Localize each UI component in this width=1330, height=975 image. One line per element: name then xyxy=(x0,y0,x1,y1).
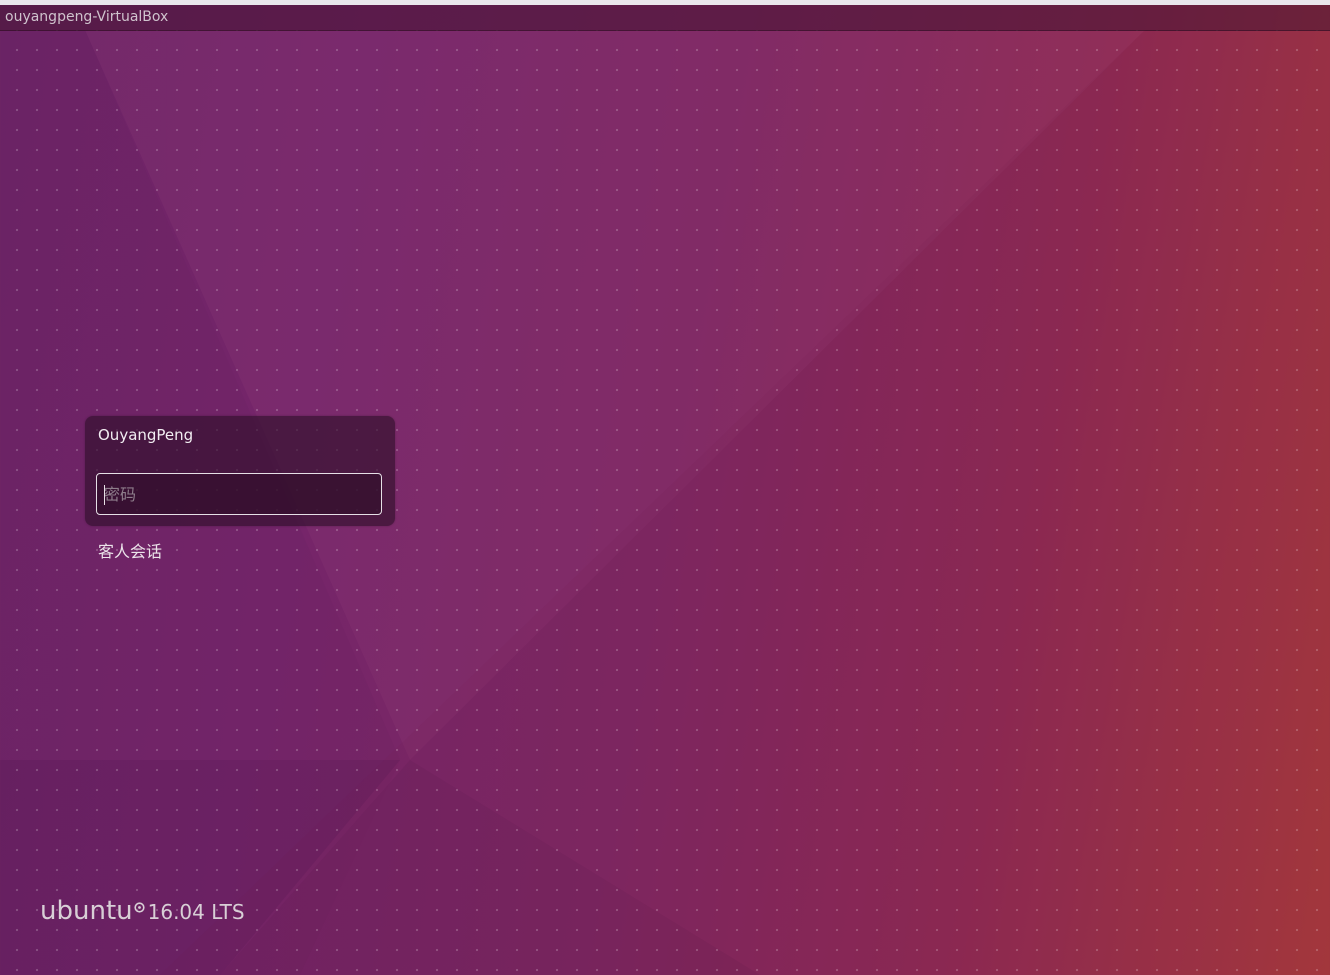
password-input[interactable] xyxy=(97,474,381,514)
version-label: 16.04 LTS xyxy=(147,900,245,924)
login-box: OuyangPeng xyxy=(85,416,395,526)
password-field-frame xyxy=(96,473,382,515)
ubuntu-branding: ubuntu 16.04 LTS xyxy=(40,896,245,932)
top-panel: ouyangpeng-VirtualBox xyxy=(0,5,1330,31)
hostname-label: ouyangpeng-VirtualBox xyxy=(5,9,169,25)
ubuntu-wordmark: ubuntu xyxy=(40,896,133,926)
text-cursor xyxy=(104,485,105,505)
guest-session-button[interactable]: 客人会话 xyxy=(98,542,162,562)
user-name-label: OuyangPeng xyxy=(98,426,194,444)
circle-of-friends-icon xyxy=(134,898,145,913)
